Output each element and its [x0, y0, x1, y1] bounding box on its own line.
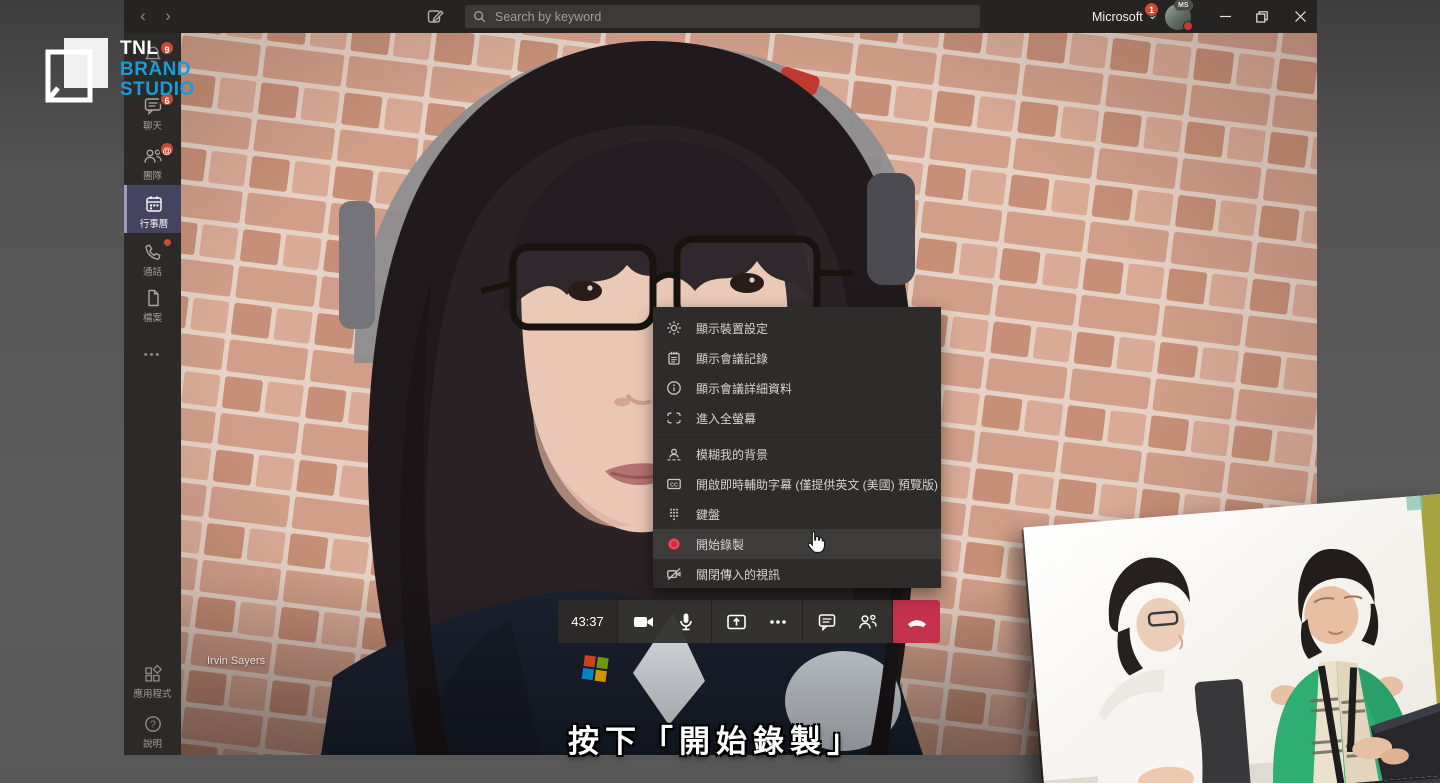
- mic-icon: [676, 612, 696, 632]
- screen: ‹ › Microsoft 1 MS: [0, 0, 1440, 783]
- menu-item-blur-background[interactable]: 模糊我的背景: [653, 439, 941, 469]
- tnl-brand-studio-watermark: TNL BRAND STUDIO: [44, 36, 195, 104]
- menu-item-label: 進入全螢幕: [696, 410, 756, 427]
- close-button[interactable]: [1283, 0, 1317, 33]
- menu-separator: [653, 436, 941, 437]
- phone-icon: [143, 242, 163, 262]
- account-label: Microsoft: [1092, 10, 1143, 24]
- apps-grid-icon: [143, 664, 163, 684]
- sidebar-more-button[interactable]: •••: [124, 349, 181, 361]
- menu-item-label: 顯示會議記錄: [696, 350, 768, 367]
- svg-text:CC: CC: [670, 483, 678, 489]
- record-icon: [666, 536, 682, 552]
- forward-button[interactable]: ›: [157, 4, 179, 28]
- avatar-initials-badge: MS: [1174, 0, 1193, 11]
- titlebar: ‹ › Microsoft 1 MS: [124, 0, 1317, 33]
- menu-item-turn-off-incoming-video[interactable]: 關閉傳入的視訊: [653, 559, 941, 589]
- more-options-menu: 顯示裝置設定 顯示會議記錄: [653, 307, 941, 588]
- presence-dot: [1183, 21, 1193, 31]
- subtitle-caption: 按下「開始錄製」: [0, 716, 1432, 761]
- menu-item-live-captions[interactable]: CC 開啟即時輔助字幕 (僅提供英文 (美國) 預覽版): [653, 469, 941, 499]
- incoming-video-off-icon: [666, 566, 682, 582]
- menu-item-label: 關閉傳入的視訊: [696, 566, 780, 583]
- share-screen-icon: [726, 612, 747, 632]
- share-screen-button[interactable]: [719, 600, 753, 643]
- mic-button[interactable]: [669, 600, 703, 643]
- back-button[interactable]: ‹: [132, 4, 154, 28]
- more-ellipsis: •••: [144, 349, 162, 361]
- sidebar-item-calls[interactable]: 通話: [124, 242, 181, 278]
- sidebar-item-label: 檔案: [143, 310, 162, 324]
- more-actions-button[interactable]: [761, 600, 795, 643]
- sidebar: 9 6 聊天 @: [124, 33, 181, 755]
- sidebar-item-files[interactable]: 檔案: [124, 288, 181, 324]
- calls-badge-dot: [163, 238, 172, 247]
- camera-icon: [633, 612, 654, 632]
- restore-button[interactable]: [1245, 0, 1279, 33]
- new-chat-icon[interactable]: [427, 8, 444, 25]
- meeting-notes-icon: [666, 350, 682, 366]
- sidebar-item-teams[interactable]: @ 團隊: [124, 146, 181, 182]
- chat-bubble-icon: [817, 612, 837, 632]
- menu-item-label: 模糊我的背景: [696, 446, 768, 463]
- teams-badge: @: [159, 141, 175, 157]
- menu-item-start-recording[interactable]: 開始錄製: [653, 529, 941, 559]
- sidebar-item-label: 應用程式: [133, 686, 171, 700]
- minimize-button[interactable]: [1208, 0, 1242, 33]
- file-icon: [143, 288, 163, 308]
- hang-up-button[interactable]: [893, 600, 940, 643]
- search-icon: [473, 10, 486, 23]
- live-captions-icon: CC: [666, 476, 682, 492]
- avatar[interactable]: MS: [1165, 4, 1191, 30]
- fullscreen-icon: [666, 410, 682, 426]
- menu-item-meeting-notes[interactable]: 顯示會議記錄: [653, 343, 941, 373]
- menu-item-label: 顯示會議詳細資料: [696, 380, 792, 397]
- menu-item-label: 開啟即時輔助字幕 (僅提供英文 (美國) 預覽版): [696, 476, 938, 493]
- sidebar-item-label: 行事曆: [140, 216, 169, 230]
- calendar-icon: [144, 194, 164, 214]
- menu-item-label: 開始錄製: [696, 536, 744, 553]
- menu-item-device-settings[interactable]: 顯示裝置設定: [653, 313, 941, 343]
- sidebar-item-label: 聊天: [143, 118, 162, 132]
- settings-icon: [666, 320, 682, 336]
- people-icon: [857, 612, 879, 632]
- notification-badge: 1: [1144, 2, 1159, 17]
- call-timer: 43:37: [558, 600, 618, 643]
- ellipsis-icon: [768, 612, 788, 632]
- sidebar-item-label: 通話: [143, 264, 162, 278]
- sidebar-item-calendar[interactable]: 行事曆: [124, 185, 181, 233]
- chat-toggle-button[interactable]: [810, 600, 844, 643]
- search-field[interactable]: [493, 9, 972, 25]
- hang-up-icon: [905, 612, 929, 632]
- menu-item-label: 鍵盤: [696, 506, 720, 523]
- blur-background-icon: [666, 446, 682, 462]
- camera-button[interactable]: [626, 600, 660, 643]
- info-icon: [666, 380, 682, 396]
- tnl-logo-icon: [44, 36, 110, 104]
- call-control-bar: 43:37: [558, 600, 940, 643]
- participants-button[interactable]: [851, 600, 885, 643]
- menu-item-keypad[interactable]: 鍵盤: [653, 499, 941, 529]
- search-input[interactable]: [465, 5, 980, 28]
- menu-item-label: 顯示裝置設定: [696, 320, 768, 337]
- keypad-icon: [666, 506, 682, 522]
- sidebar-item-apps[interactable]: 應用程式: [124, 664, 181, 700]
- tnl-logo-text: TNL BRAND STUDIO: [120, 39, 195, 104]
- menu-item-fullscreen[interactable]: 進入全螢幕: [653, 403, 941, 433]
- participant-name-label: Irvin Sayers: [207, 655, 265, 667]
- mouse-cursor: [803, 529, 829, 557]
- menu-item-meeting-details[interactable]: 顯示會議詳細資料: [653, 373, 941, 403]
- sidebar-item-label: 團隊: [143, 168, 162, 182]
